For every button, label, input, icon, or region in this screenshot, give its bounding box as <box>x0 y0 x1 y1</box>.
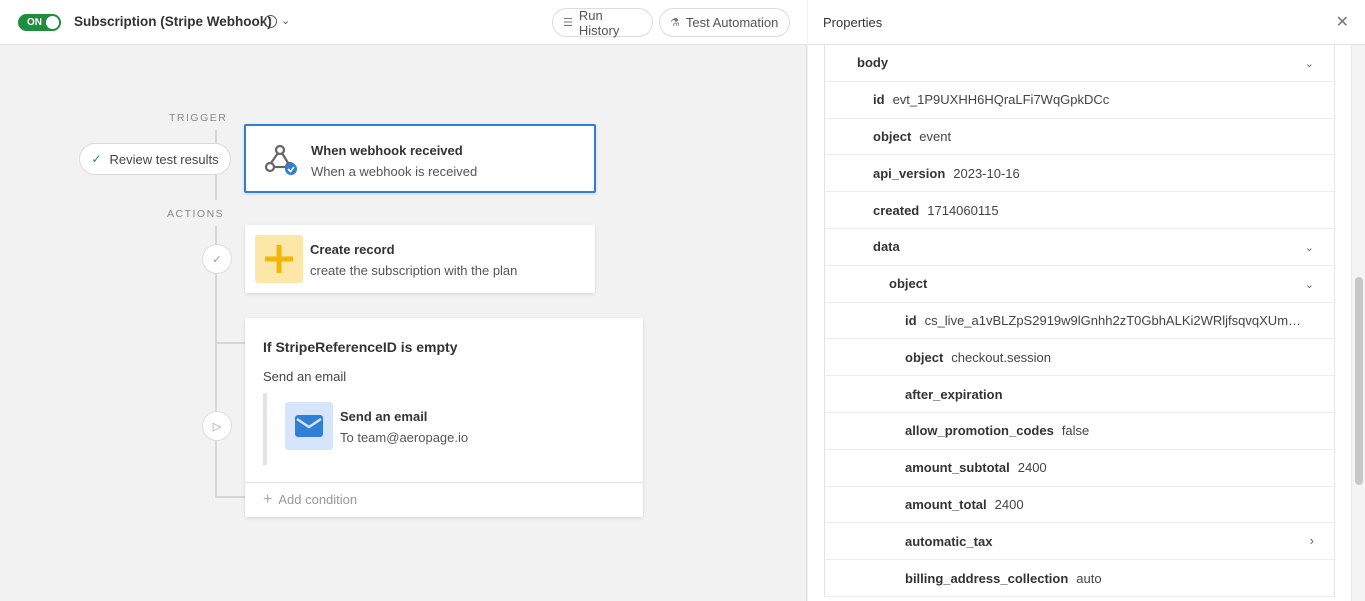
chevron-right-icon[interactable]: › <box>1310 533 1314 548</box>
tree-row[interactable]: object event <box>825 119 1334 156</box>
create-record-card[interactable]: Create record create the subscription wi… <box>245 225 595 293</box>
condition-subtitle: Send an email <box>263 369 347 384</box>
webhook-icon <box>256 135 304 183</box>
tree-value: 2400 <box>994 496 1024 512</box>
send-email-subtitle: To team@aeropage.io <box>340 430 469 445</box>
tree-row[interactable]: object ⌄ <box>825 266 1334 303</box>
flow-canvas[interactable]: TRIGGER ACTIONS ✓ Review test results ✓ … <box>0 45 807 601</box>
tree-key: after_expiration <box>905 386 1003 402</box>
review-test-results-button[interactable]: ✓ Review test results <box>79 143 231 175</box>
automation-header: ON Subscription (Stripe Webhook) i ⌄ ☰ R… <box>0 0 807 45</box>
tree-value: 1714060115 <box>927 202 999 218</box>
add-condition-label: Add condition <box>278 492 358 507</box>
tree-key: billing_address_collection <box>905 570 1069 586</box>
properties-title: Properties <box>823 15 883 30</box>
tree-row[interactable]: after_expiration <box>825 376 1334 413</box>
properties-panel: Properties ✕ body ⌄ id evt_1P9UXHH6HQraL… <box>808 0 1365 601</box>
tree-key: object <box>873 128 912 144</box>
tree-key: data <box>873 239 900 255</box>
trigger-card[interactable]: When webhook received When a webhook is … <box>244 124 596 193</box>
tree-value: checkout.session <box>951 349 1052 365</box>
tree-key: created <box>873 202 920 218</box>
automation-title[interactable]: Subscription (Stripe Webhook) <box>74 14 272 29</box>
run-history-button[interactable]: ☰ Run History <box>552 7 653 38</box>
review-label: Review test results <box>109 151 219 167</box>
trigger-label: TRIGGER <box>169 112 228 124</box>
tree-key: object <box>905 349 944 365</box>
connector-branch <box>215 342 245 344</box>
tree-key: body <box>857 55 889 71</box>
close-icon[interactable]: ✕ <box>1336 12 1349 32</box>
tree-key: object <box>889 276 928 292</box>
chevron-down-icon[interactable]: ⌄ <box>1305 278 1314 291</box>
list-icon: ☰ <box>563 17 573 29</box>
tree-value: evt_1P9UXHH6HQraLFi7WqGpkDCc <box>892 92 1110 108</box>
trigger-card-subtitle: When a webhook is received <box>311 164 478 179</box>
envelope-icon <box>285 402 333 450</box>
toggle-knob <box>46 16 59 29</box>
connector-line <box>215 175 217 200</box>
check-icon: ✓ <box>91 152 102 166</box>
flask-icon: ⚗ <box>670 17 680 29</box>
create-card-subtitle: create the subscription with the plan <box>310 263 518 278</box>
test-automation-label: Test Automation <box>685 15 779 30</box>
chevron-down-icon[interactable]: ⌄ <box>1305 57 1314 70</box>
send-email-step[interactable]: Send an email To team@aeropage.io <box>267 393 627 465</box>
tree-row[interactable]: amount_subtotal 2400 <box>825 450 1334 487</box>
tree-key: automatic_tax <box>905 533 993 549</box>
tree-value: 2400 <box>1017 460 1047 476</box>
tree-value: 2023-10-16 <box>953 165 1020 181</box>
tree-row[interactable]: body ⌄ <box>825 45 1334 82</box>
tree-key: api_version <box>873 165 946 181</box>
tree-row[interactable]: data ⌄ <box>825 229 1334 266</box>
tree-row[interactable]: automatic_tax › <box>825 523 1334 561</box>
tree-key: id <box>873 92 885 108</box>
tree-key: amount_total <box>905 496 987 512</box>
tree-row[interactable]: billing_address_collection auto <box>825 560 1334 597</box>
automation-toggle[interactable]: ON <box>18 14 61 31</box>
properties-tree: body ⌄ id evt_1P9UXHH6HQraLFi7WqGpkDCc o… <box>824 45 1335 597</box>
add-condition-button[interactable]: + Add condition <box>263 490 358 508</box>
toggle-label: ON <box>27 17 42 28</box>
condition-card[interactable]: If StripeReferenceID is empty Send an em… <box>245 318 643 517</box>
condition-title: If StripeReferenceID is empty <box>263 339 458 355</box>
run-history-label: Run History <box>578 7 620 38</box>
send-email-title: Send an email <box>340 409 428 424</box>
tree-row[interactable]: id cs_live_a1vBLZpS2919w9lGnhh2zT0GbhALK… <box>825 303 1334 340</box>
step-check-icon: ✓ <box>202 244 232 274</box>
scrollbar-thumb[interactable] <box>1355 277 1363 485</box>
tree-value: cs_live_a1vBLZpS2919w9lGnhh2zT0GbhALKi2W… <box>924 312 1305 328</box>
tree-key: amount_subtotal <box>905 460 1010 476</box>
tree-row[interactable]: allow_promotion_codes false <box>825 413 1334 450</box>
plus-icon <box>255 235 303 283</box>
play-icon[interactable]: ▷ <box>202 411 232 441</box>
connector-branch <box>215 496 245 498</box>
tree-key: allow_promotion_codes <box>905 423 1054 439</box>
tree-key: id <box>905 312 917 328</box>
tree-row[interactable]: id evt_1P9UXHH6HQraLFi7WqGpkDCc <box>825 82 1334 119</box>
actions-label: ACTIONS <box>167 208 225 220</box>
chevron-down-icon[interactable]: ⌄ <box>1305 241 1314 254</box>
tree-value: auto <box>1076 570 1102 586</box>
divider <box>245 482 643 483</box>
chevron-down-icon[interactable]: ⌄ <box>281 14 290 27</box>
properties-header: Properties ✕ <box>808 0 1365 45</box>
tree-row[interactable]: object checkout.session <box>825 339 1334 377</box>
tree-value: event <box>919 128 952 144</box>
tree-value: false <box>1061 423 1090 439</box>
test-automation-button[interactable]: ⚗ Test Automation <box>659 8 790 37</box>
create-card-title: Create record <box>310 242 395 257</box>
tree-row[interactable]: amount_total 2400 <box>825 487 1334 524</box>
tree-row[interactable]: api_version 2023-10-16 <box>825 155 1334 193</box>
plus-icon: + <box>263 490 273 508</box>
scrollbar[interactable] <box>1351 45 1365 601</box>
info-icon[interactable]: i <box>264 15 277 28</box>
tree-row[interactable]: created 1714060115 <box>825 192 1334 229</box>
trigger-card-title: When webhook received <box>311 143 463 158</box>
